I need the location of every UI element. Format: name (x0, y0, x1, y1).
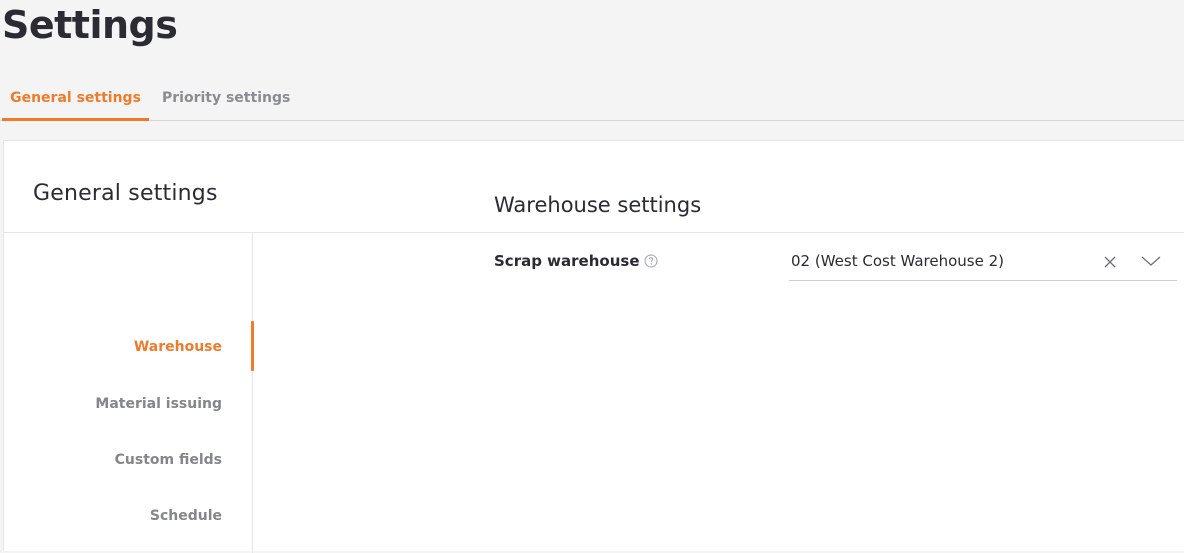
settings-tabs: General settings Priority settings (0, 80, 1184, 121)
scrap-warehouse-label: Scrap warehouse (494, 252, 640, 270)
active-nav-indicator (251, 321, 254, 371)
sidebar-item-custom-fields[interactable]: Custom fields (115, 452, 222, 468)
sidebar-item-schedule[interactable]: Schedule (150, 508, 222, 524)
close-icon[interactable] (1103, 255, 1117, 269)
settings-side-nav: Warehouse Material issuing Custom fields… (4, 233, 254, 553)
tab-priority-settings[interactable]: Priority settings (162, 80, 290, 118)
sidebar-item-warehouse[interactable]: Warehouse (134, 339, 222, 355)
panel-title: General settings (33, 181, 218, 206)
scrap-warehouse-select[interactable]: 02 (West Cost Warehouse 2) (789, 244, 1177, 281)
question-circle-icon[interactable] (644, 254, 658, 268)
scrap-warehouse-value: 02 (West Cost Warehouse 2) (791, 252, 1004, 270)
sidebar-item-material-issuing[interactable]: Material issuing (95, 396, 222, 412)
tab-general-settings[interactable]: General settings (2, 80, 149, 121)
panel-header: General settings (4, 141, 1184, 233)
page-title: Settings (2, 3, 178, 47)
warehouse-settings-title: Warehouse settings (494, 193, 702, 217)
chevron-down-icon[interactable] (1140, 254, 1162, 268)
